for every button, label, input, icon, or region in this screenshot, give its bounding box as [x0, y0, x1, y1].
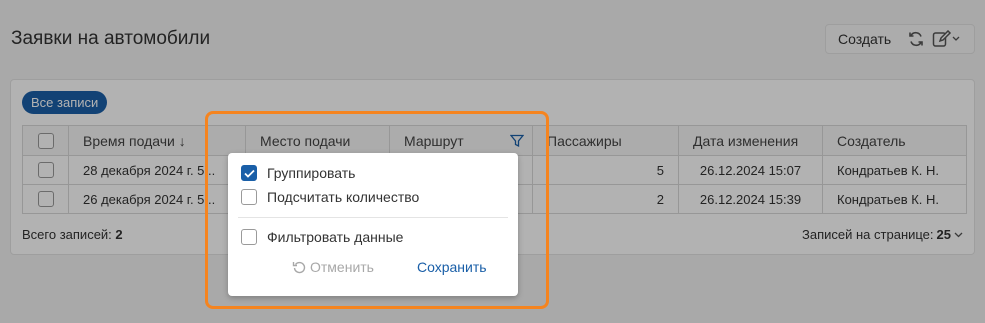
- filter-label: Фильтровать данные: [267, 229, 404, 245]
- popup-divider: [238, 217, 508, 218]
- option-filter[interactable]: Фильтровать данные: [241, 229, 403, 245]
- group-label: Группировать: [267, 165, 356, 181]
- cancel-button[interactable]: Отменить: [292, 259, 374, 275]
- group-checkbox[interactable]: [241, 165, 257, 181]
- save-button[interactable]: Сохранить: [417, 259, 487, 275]
- column-options-popup: Группировать Подсчитать количество Фильт…: [228, 153, 518, 296]
- undo-icon: [292, 261, 306, 274]
- filter-checkbox[interactable]: [241, 229, 257, 245]
- count-label: Подсчитать количество: [267, 189, 420, 205]
- option-group[interactable]: Группировать: [241, 165, 355, 181]
- option-count[interactable]: Подсчитать количество: [241, 189, 419, 205]
- count-checkbox[interactable]: [241, 189, 257, 205]
